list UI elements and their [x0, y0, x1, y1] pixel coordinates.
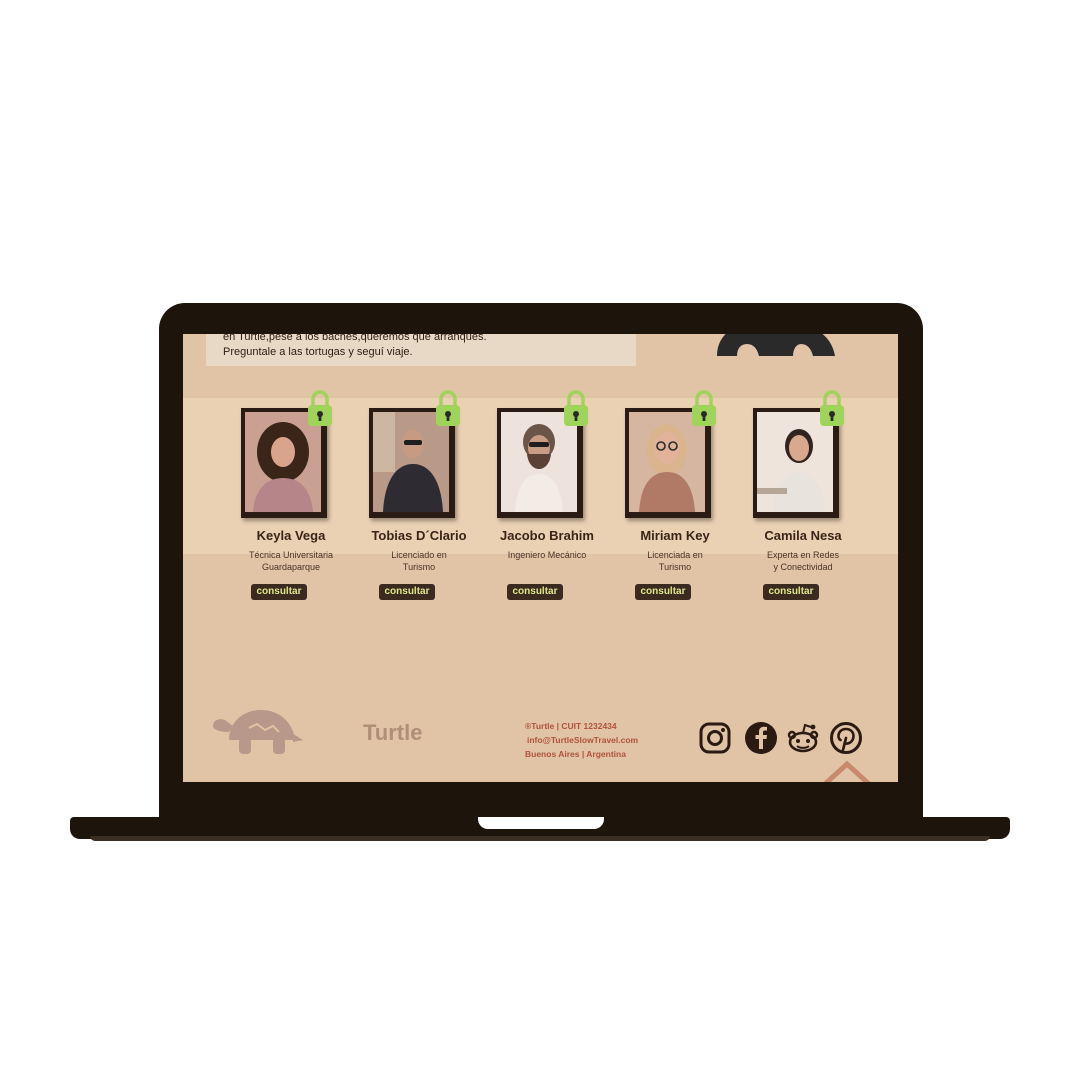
- member-role-line-2: Turismo: [658, 562, 692, 572]
- team-member-card: Keyla Vega Técnica Universitaria Guardap…: [231, 390, 355, 608]
- member-name: Keyla Vega: [256, 528, 326, 543]
- member-role-line-2: y Conectividad: [773, 562, 833, 572]
- lock-icon: [820, 390, 844, 426]
- member-role-line-1: Ingeniero Mecánico: [507, 550, 587, 560]
- team-member-card: Miriam Key Licenciada en Turismo consult…: [615, 390, 739, 608]
- turtle-silhouette-icon: [717, 334, 835, 356]
- footer-info: ®Turtle | CUIT 1232434 info@TurtleSlowTr…: [525, 719, 638, 761]
- consultar-button[interactable]: consultar: [763, 584, 819, 600]
- member-role-line-1: Licenciado en: [391, 550, 447, 560]
- laptop-notch: [478, 817, 604, 829]
- consultar-button[interactable]: consultar: [379, 584, 435, 600]
- laptop-screen: en Turtle,pese a los baches,queremos que…: [183, 334, 898, 782]
- member-role: Experta en Redes y Conectividad: [733, 549, 873, 573]
- team-member-card: Camila Nesa Experta en Redes y Conectivi…: [743, 390, 867, 608]
- consultar-button[interactable]: consultar: [635, 584, 691, 600]
- lock-icon: [308, 390, 332, 426]
- turtle-logo-icon: [213, 710, 303, 754]
- member-role: Licenciado en Turismo: [349, 549, 489, 573]
- laptop-base-shadow: [90, 836, 990, 841]
- intro-line-2: Preguntale a las tortugas y seguí viaje.: [223, 346, 413, 358]
- footer-location: Buenos Aires | Argentina: [525, 749, 626, 759]
- consultar-button[interactable]: consultar: [507, 584, 563, 600]
- lock-icon: [692, 390, 716, 426]
- footer-copyright: ®Turtle | CUIT 1232434: [525, 721, 617, 731]
- member-name: Camila Nesa: [764, 528, 842, 543]
- team-member-card: Jacobo Brahim Ingeniero Mecánico consult…: [487, 390, 611, 608]
- facebook-icon[interactable]: [744, 721, 778, 755]
- scroll-to-top-button[interactable]: [823, 758, 871, 782]
- member-role: Licenciada en Turismo: [605, 549, 745, 573]
- member-role-line-2: Turismo: [402, 562, 436, 572]
- member-role: Ingeniero Mecánico: [477, 549, 617, 561]
- member-role-line-1: Licenciada en: [647, 550, 703, 560]
- member-name: Jacobo Brahim: [500, 528, 594, 543]
- footer-email[interactable]: info@TurtleSlowTravel.com: [527, 733, 638, 747]
- consultar-button[interactable]: consultar: [251, 584, 307, 600]
- lock-icon: [564, 390, 588, 426]
- member-name: Miriam Key: [640, 528, 710, 543]
- member-role: Técnica Universitaria Guardaparque: [221, 549, 361, 573]
- reddit-icon[interactable]: [786, 721, 820, 755]
- intro-text: en Turtle,pese a los baches,queremos que…: [223, 334, 643, 360]
- member-role-line-2: Guardaparque: [261, 562, 321, 572]
- brand-name[interactable]: Turtle: [363, 720, 422, 746]
- member-name: Tobias D´Clario: [371, 528, 467, 543]
- pinterest-icon[interactable]: [829, 721, 863, 755]
- member-role-line-1: Experta en Redes: [766, 550, 840, 560]
- member-role-line-1: Técnica Universitaria: [248, 550, 334, 560]
- lock-icon: [436, 390, 460, 426]
- intro-line-1: en Turtle,pese a los baches,queremos que…: [223, 334, 487, 343]
- team-member-card: Tobias D´Clario Licenciado en Turismo co…: [359, 390, 483, 608]
- instagram-icon[interactable]: [698, 721, 732, 755]
